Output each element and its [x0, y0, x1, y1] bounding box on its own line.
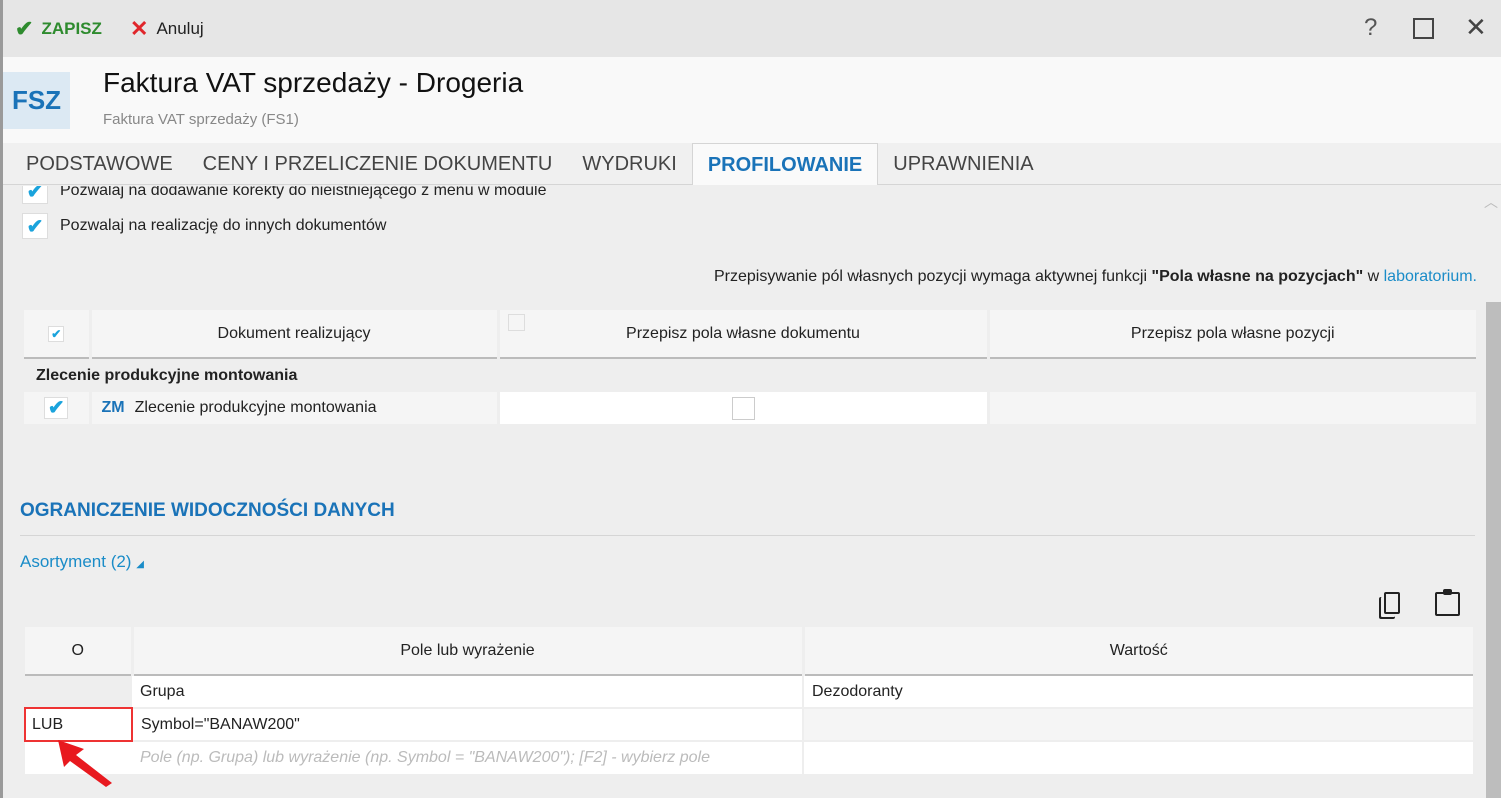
option-row[interactable]: ✔ Pozwalaj na realizację do innych dokum… [22, 213, 386, 239]
tab-bar: PODSTAWOWE CENY I PRZELICZENIE DOKUMENTU… [3, 143, 1501, 185]
select-all-header[interactable]: ✔ [24, 310, 92, 359]
visibility-table: O Pole lub wyrażenie Wartość Grupa Dezod… [24, 627, 1473, 774]
checkbox[interactable]: ✔ [44, 396, 69, 419]
realization-table: ✔ Dokument realizujący Przepisz pola wła… [24, 310, 1476, 424]
toolbar: ✔ ZAPISZ ✕ Anuluj ? ✕ [3, 0, 1501, 57]
option-label: Pozwalaj na dodawanie korekty do nieistn… [60, 186, 547, 199]
copy-icon[interactable] [1384, 592, 1400, 614]
column-header: Pole lub wyrażenie [132, 627, 805, 676]
doc-code: ZM [101, 399, 125, 416]
option-label: Pozwalaj na realizację do innych dokumen… [60, 217, 387, 234]
paste-icon[interactable] [1435, 589, 1460, 616]
annotation-arrow-icon [58, 740, 112, 787]
column-header: Przepisz pola własne pozycji [988, 310, 1476, 359]
triangle-icon: ◢ [136, 559, 144, 570]
scroll-up-icon[interactable]: ︿ [1484, 192, 1498, 212]
help-icon[interactable]: ? [1364, 14, 1377, 42]
page-subtitle: Faktura VAT sprzedaży (FS1) [103, 111, 299, 128]
field-cell[interactable]: Grupa [132, 675, 804, 708]
laboratorium-link[interactable]: laboratorium. [1384, 268, 1477, 285]
value-cell[interactable] [803, 708, 1473, 741]
new-field-input[interactable]: Pole (np. Grupa) lub wyrażenie (np. Symb… [132, 741, 804, 774]
save-label: ZAPISZ [41, 19, 102, 38]
scrollbar[interactable] [1486, 302, 1501, 798]
note-text: w [1363, 268, 1384, 285]
document-badge: FSZ [3, 72, 70, 129]
lab-note: Przepisywanie pól własnych pozycji wymag… [714, 268, 1477, 286]
tab-profilowanie[interactable]: PROFILOWANIE [691, 143, 879, 185]
divider [20, 535, 1475, 536]
table-row[interactable]: Grupa Dezodoranty [25, 675, 1473, 708]
cancel-label: Anuluj [156, 19, 204, 38]
column-header: Wartość [803, 627, 1473, 676]
tab-wydruki[interactable]: WYDRUKI [567, 143, 691, 185]
header-label: Przepisz pola własne dokumentu [626, 324, 860, 342]
save-button[interactable]: ✔ ZAPISZ [15, 16, 102, 42]
checkbox[interactable]: ✔ [48, 325, 65, 342]
doc-name: Zlecenie produkcyjne montowania [134, 399, 377, 416]
column-header: O [25, 627, 134, 676]
column-header: Przepisz pola własne dokumentu [498, 310, 990, 359]
maximize-icon[interactable] [1413, 18, 1434, 39]
checkbox[interactable] [507, 314, 525, 331]
note-bold: "Pola własne na pozycjach" [1151, 268, 1364, 285]
checkbox[interactable] [731, 396, 755, 420]
operator-cell[interactable] [25, 675, 132, 708]
note-text: Przepisywanie pól własnych pozycji wymag… [713, 268, 1152, 285]
new-row[interactable]: Pole (np. Grupa) lub wyrażenie (np. Symb… [25, 741, 1473, 774]
cancel-button[interactable]: ✕ Anuluj [130, 16, 204, 42]
checkbox[interactable]: ✔ [22, 186, 48, 204]
field-cell[interactable]: Symbol="BANAW200" [132, 708, 804, 741]
table-row[interactable]: ✔ ZM Zlecenie produkcyjne montowania [24, 392, 1476, 424]
close-x-icon: ✕ [130, 16, 149, 41]
table-row[interactable]: LUB Symbol="BANAW200" [24, 707, 1473, 742]
section-title: OGRANICZENIE WIDOCZNOŚCI DANYCH [20, 500, 395, 521]
column-header: Dokument realizujący [90, 310, 500, 359]
group-row: Zlecenie produkcyjne montowania [36, 366, 298, 384]
page-title: Faktura VAT sprzedaży - Drogeria [103, 67, 524, 98]
tab-uprawnienia[interactable]: UPRAWNIENIA [878, 143, 1048, 185]
asortyment-toggle[interactable]: Asortyment (2) ◢ [20, 552, 144, 572]
document-header: FSZ Faktura VAT sprzedaży - Drogeria Fak… [3, 57, 1501, 143]
value-cell[interactable]: Dezodoranty [803, 675, 1473, 708]
check-icon: ✔ [15, 16, 34, 41]
tab-podstawowe[interactable]: PODSTAWOWE [11, 143, 188, 185]
checkbox[interactable]: ✔ [22, 213, 48, 239]
tab-ceny[interactable]: CENY I PRZELICZENIE DOKUMENTU [188, 143, 568, 185]
option-row[interactable]: ✔ Pozwalaj na dodawanie korekty do nieis… [22, 186, 547, 204]
section-label: Asortyment (2) [20, 552, 132, 571]
close-icon[interactable]: ✕ [1465, 12, 1487, 43]
